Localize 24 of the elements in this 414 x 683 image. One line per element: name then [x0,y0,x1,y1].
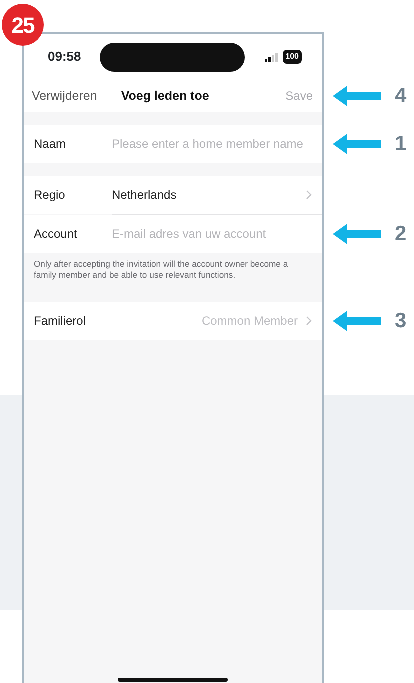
picker-value[interactable]: Netherlands [112,186,298,204]
battery-level: 100 [282,50,302,64]
signal-icon [264,52,279,62]
callout-number: 4 [395,83,407,110]
arrow-icon [333,86,381,106]
status-time: 09:58 [48,48,82,66]
callout-number: 3 [395,308,407,335]
field-label: Account [24,215,112,253]
step-badge: 25 [2,4,44,46]
field-label: Regio [34,187,66,204]
page-title: Voeg leden toe [121,88,210,105]
delete-link[interactable]: Verwijderen [32,86,98,106]
callout-number: 1 [395,131,407,158]
arrow-icon [333,311,381,332]
field-label: Naam [24,125,112,163]
info-note: Only after accepting the invitation will the account owner become a family member and be able to use relevant functions. [33,258,290,282]
text-input[interactable]: E-mail adres van uw account [112,215,322,253]
chevron-icon [306,316,312,326]
chevron-icon [306,190,312,200]
text-input[interactable]: Please enter a home member name [112,125,322,163]
field-label: Familierol [34,313,88,330]
callout-number: 2 [395,221,407,248]
arrow-icon [333,224,381,244]
arrow-icon [333,134,381,154]
